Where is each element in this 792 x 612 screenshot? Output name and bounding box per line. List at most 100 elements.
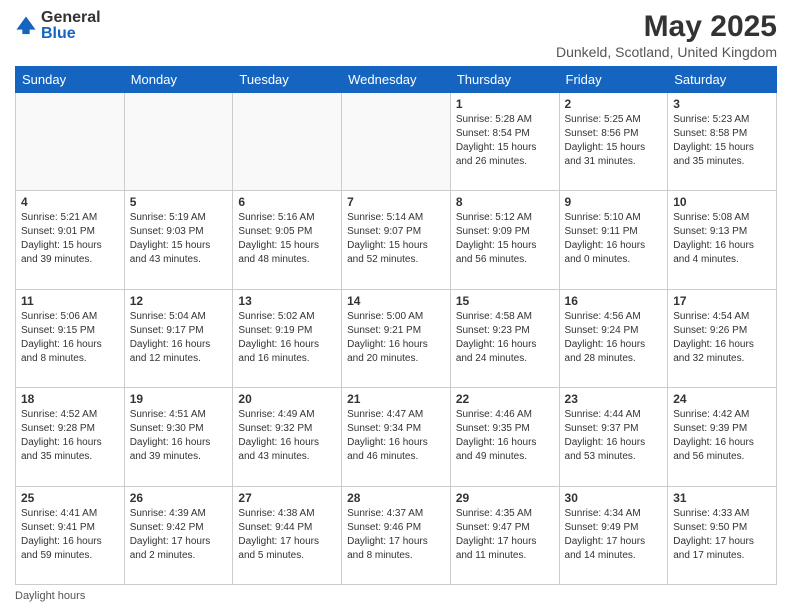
calendar-cell: 11 Sunrise: 5:06 AM Sunset: 9:15 PM Dayli… (16, 289, 125, 387)
page: General Blue May 2025 Dunkeld, Scotland,… (0, 0, 792, 612)
day-info: Sunrise: 4:34 AM Sunset: 9:49 PM Dayligh… (565, 507, 663, 563)
col-tuesday: Tuesday (233, 67, 342, 93)
calendar-week-0: 1 Sunrise: 5:28 AM Sunset: 8:54 PM Daylig… (16, 93, 777, 191)
calendar-table: Sunday Monday Tuesday Wednesday Thursday… (15, 66, 777, 585)
calendar-cell: 15 Sunrise: 4:58 AM Sunset: 9:23 PM Dayli… (450, 289, 559, 387)
calendar-week-1: 4 Sunrise: 5:21 AM Sunset: 9:01 PM Daylig… (16, 191, 777, 289)
day-number: 19 (130, 392, 228, 406)
day-info: Sunrise: 4:37 AM Sunset: 9:46 PM Dayligh… (347, 507, 445, 563)
calendar-cell: 31Sunrise: 4:33 AM Sunset: 9:50 PM Dayli… (668, 486, 777, 584)
day-info: Sunrise: 5:28 AM Sunset: 8:54 PM Dayligh… (456, 113, 554, 169)
day-number: 27 (238, 491, 336, 505)
day-info: Sunrise: 4:39 AM Sunset: 9:42 PM Dayligh… (130, 507, 228, 563)
calendar-cell: 28 Sunrise: 4:37 AM Sunset: 9:46 PM Dayli… (342, 486, 451, 584)
day-info: Sunrise: 4:42 AM Sunset: 9:39 PM Dayligh… (673, 408, 771, 464)
calendar-cell: 12Sunrise: 5:04 AM Sunset: 9:17 PM Dayli… (124, 289, 233, 387)
calendar-cell: 8Sunrise: 5:12 AM Sunset: 9:09 PM Daylig… (450, 191, 559, 289)
calendar-cell: 2Sunrise: 5:25 AM Sunset: 8:56 PM Daylig… (559, 93, 668, 191)
day-info: Sunrise: 4:56 AM Sunset: 9:24 PM Dayligh… (565, 310, 663, 366)
day-number: 1 (456, 97, 554, 111)
day-number: 5 (130, 195, 228, 209)
title-area: May 2025 Dunkeld, Scotland, United Kingd… (556, 10, 777, 60)
calendar-cell: 21 Sunrise: 4:47 AM Sunset: 9:34 PM Dayli… (342, 388, 451, 486)
day-info: Sunrise: 5:08 AM Sunset: 9:13 PM Dayligh… (673, 211, 771, 267)
day-info: Sunrise: 4:49 AM Sunset: 9:32 PM Dayligh… (238, 408, 336, 464)
calendar-cell: 20Sunrise: 4:49 AM Sunset: 9:32 PM Dayli… (233, 388, 342, 486)
calendar-cell: 30Sunrise: 4:34 AM Sunset: 9:49 PM Dayli… (559, 486, 668, 584)
calendar-cell: 4 Sunrise: 5:21 AM Sunset: 9:01 PM Daylig… (16, 191, 125, 289)
day-info: Sunrise: 4:47 AM Sunset: 9:34 PM Dayligh… (347, 408, 445, 464)
day-info: Sunrise: 4:52 AM Sunset: 9:28 PM Dayligh… (21, 408, 119, 464)
logo-blue-text: Blue (41, 26, 101, 42)
day-info: Sunrise: 4:58 AM Sunset: 9:23 PM Dayligh… (456, 310, 554, 366)
col-thursday: Thursday (450, 67, 559, 93)
day-number: 2 (565, 97, 663, 111)
day-info: Sunrise: 5:21 AM Sunset: 9:01 PM Dayligh… (21, 211, 119, 267)
calendar-cell: 27 Sunrise: 4:38 AM Sunset: 9:44 PM Dayli… (233, 486, 342, 584)
day-number: 11 (21, 294, 119, 308)
footer-label: Daylight hours (15, 590, 85, 602)
calendar-week-2: 11 Sunrise: 5:06 AM Sunset: 9:15 PM Dayli… (16, 289, 777, 387)
day-number: 18 (21, 392, 119, 406)
day-number: 10 (673, 195, 771, 209)
col-monday: Monday (124, 67, 233, 93)
day-number: 26 (130, 491, 228, 505)
day-number: 15 (456, 294, 554, 308)
day-info: Sunrise: 5:04 AM Sunset: 9:17 PM Dayligh… (130, 310, 228, 366)
day-info: Sunrise: 5:16 AM Sunset: 9:05 PM Dayligh… (238, 211, 336, 267)
day-number: 21 (347, 392, 445, 406)
calendar-cell (124, 93, 233, 191)
col-friday: Friday (559, 67, 668, 93)
col-wednesday: Wednesday (342, 67, 451, 93)
day-info: Sunrise: 5:23 AM Sunset: 8:58 PM Dayligh… (673, 113, 771, 169)
day-info: Sunrise: 4:35 AM Sunset: 9:47 PM Dayligh… (456, 507, 554, 563)
day-number: 7 (347, 195, 445, 209)
main-title: May 2025 (556, 10, 777, 44)
calendar-cell: 19Sunrise: 4:51 AM Sunset: 9:30 PM Dayli… (124, 388, 233, 486)
footer: Daylight hours (15, 590, 777, 602)
day-number: 13 (238, 294, 336, 308)
logo-text: General Blue (41, 10, 101, 42)
calendar-cell: 24 Sunrise: 4:42 AM Sunset: 9:39 PM Dayli… (668, 388, 777, 486)
calendar-cell: 13Sunrise: 5:02 AM Sunset: 9:19 PM Dayli… (233, 289, 342, 387)
calendar-cell: 10 Sunrise: 5:08 AM Sunset: 9:13 PM Dayli… (668, 191, 777, 289)
day-info: Sunrise: 4:33 AM Sunset: 9:50 PM Dayligh… (673, 507, 771, 563)
day-number: 8 (456, 195, 554, 209)
calendar-cell (342, 93, 451, 191)
day-number: 17 (673, 294, 771, 308)
day-info: Sunrise: 5:06 AM Sunset: 9:15 PM Dayligh… (21, 310, 119, 366)
logo-icon (15, 15, 37, 37)
day-number: 4 (21, 195, 119, 209)
day-number: 23 (565, 392, 663, 406)
calendar-header: Sunday Monday Tuesday Wednesday Thursday… (16, 67, 777, 93)
day-number: 14 (347, 294, 445, 308)
day-info: Sunrise: 5:00 AM Sunset: 9:21 PM Dayligh… (347, 310, 445, 366)
day-number: 25 (21, 491, 119, 505)
calendar-cell: 1 Sunrise: 5:28 AM Sunset: 8:54 PM Daylig… (450, 93, 559, 191)
col-sunday: Sunday (16, 67, 125, 93)
calendar-cell: 17Sunrise: 4:54 AM Sunset: 9:26 PM Dayli… (668, 289, 777, 387)
calendar-cell: 9Sunrise: 5:10 AM Sunset: 9:11 PM Daylig… (559, 191, 668, 289)
calendar-week-4: 25Sunrise: 4:41 AM Sunset: 9:41 PM Dayli… (16, 486, 777, 584)
day-number: 3 (673, 97, 771, 111)
day-info: Sunrise: 4:44 AM Sunset: 9:37 PM Dayligh… (565, 408, 663, 464)
calendar-cell: 7 Sunrise: 5:14 AM Sunset: 9:07 PM Daylig… (342, 191, 451, 289)
calendar-cell: 16Sunrise: 4:56 AM Sunset: 9:24 PM Dayli… (559, 289, 668, 387)
day-info: Sunrise: 5:10 AM Sunset: 9:11 PM Dayligh… (565, 211, 663, 267)
day-number: 6 (238, 195, 336, 209)
calendar-body: 1 Sunrise: 5:28 AM Sunset: 8:54 PM Daylig… (16, 93, 777, 585)
day-info: Sunrise: 4:38 AM Sunset: 9:44 PM Dayligh… (238, 507, 336, 563)
day-info: Sunrise: 5:19 AM Sunset: 9:03 PM Dayligh… (130, 211, 228, 267)
day-number: 22 (456, 392, 554, 406)
subtitle: Dunkeld, Scotland, United Kingdom (556, 44, 777, 60)
logo-general-text: General (41, 10, 101, 26)
calendar-cell: 26 Sunrise: 4:39 AM Sunset: 9:42 PM Dayli… (124, 486, 233, 584)
calendar-cell: 23 Sunrise: 4:44 AM Sunset: 9:37 PM Dayli… (559, 388, 668, 486)
calendar-week-3: 18 Sunrise: 4:52 AM Sunset: 9:28 PM Dayli… (16, 388, 777, 486)
calendar-cell: 14 Sunrise: 5:00 AM Sunset: 9:21 PM Dayli… (342, 289, 451, 387)
day-info: Sunrise: 5:14 AM Sunset: 9:07 PM Dayligh… (347, 211, 445, 267)
day-number: 28 (347, 491, 445, 505)
calendar-cell: 6 Sunrise: 5:16 AM Sunset: 9:05 PM Daylig… (233, 191, 342, 289)
day-number: 24 (673, 392, 771, 406)
day-info: Sunrise: 4:46 AM Sunset: 9:35 PM Dayligh… (456, 408, 554, 464)
